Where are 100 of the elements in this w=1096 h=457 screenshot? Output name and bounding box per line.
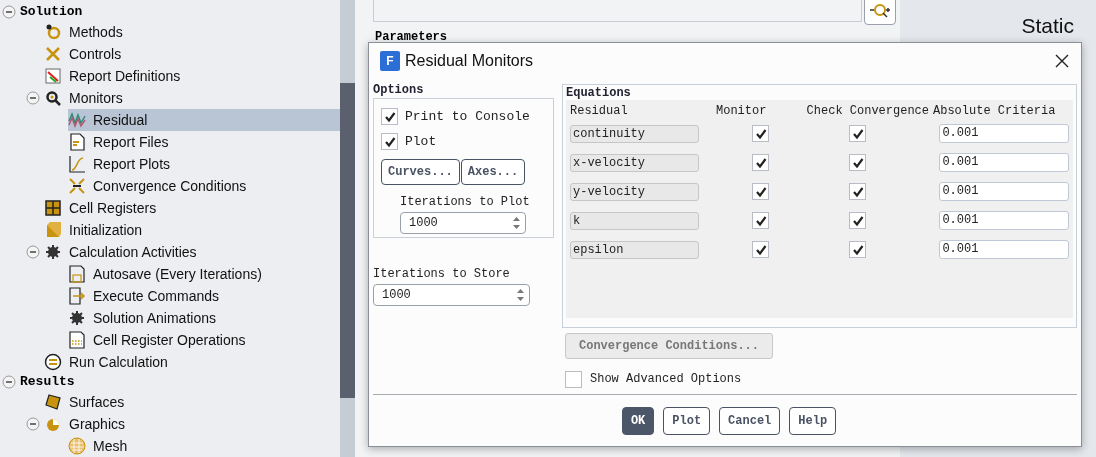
criteria-field[interactable]: 0.001: [939, 153, 1069, 172]
dialog-button[interactable]: Plot: [663, 407, 711, 435]
document-icon: [68, 133, 86, 151]
checkbox[interactable]: [849, 125, 867, 142]
item-label: Mesh: [93, 436, 128, 456]
search-icon: [44, 89, 62, 107]
gear-icon: [68, 309, 86, 327]
section-label: Parameters: [375, 29, 448, 46]
tree-item[interactable]: Execute Commands: [68, 285, 340, 307]
default-button[interactable]: OK: [621, 407, 655, 435]
item-label: Report Plots: [93, 154, 171, 174]
residual-name: x-velocity: [570, 153, 699, 172]
collapse-toggle[interactable]: [2, 5, 16, 19]
collapse-toggle[interactable]: [26, 245, 40, 259]
collapse-toggle[interactable]: [26, 417, 40, 431]
item-label: Initialization: [69, 220, 143, 240]
document-icon: [68, 331, 86, 349]
item-label: Monitors: [69, 88, 123, 108]
checkbox[interactable]: [849, 154, 867, 171]
residual-name: k: [570, 211, 699, 230]
column-header: Check Convergence: [805, 102, 929, 120]
checkbox-label: Print to Console: [405, 107, 530, 126]
scrollbar-thumb[interactable]: [340, 83, 355, 398]
column-header: Monitor: [716, 102, 768, 120]
collapse-toggle[interactable]: [2, 375, 16, 389]
group-title: Equations: [566, 86, 632, 100]
surface-icon: [44, 393, 62, 411]
checkbox[interactable]: [849, 241, 867, 258]
residual-name: epsilon: [570, 240, 699, 259]
dialog-button[interactable]: Help: [789, 407, 837, 435]
item-label: Convergence Conditions: [93, 176, 247, 196]
number-spinner[interactable]: 1000: [373, 284, 530, 306]
group-title: Options: [373, 83, 425, 97]
item-label: Report Files: [93, 132, 169, 152]
tree-item[interactable]: Controls: [44, 43, 340, 65]
criteria-field[interactable]: 0.001: [939, 182, 1069, 201]
tree-item[interactable]: Report Definitions: [44, 65, 340, 87]
tree-item[interactable]: Cell Register Operations: [68, 329, 340, 351]
item-label: Run Calculation: [69, 352, 168, 372]
tree-item[interactable]: Autosave (Every Iterations): [68, 263, 340, 285]
item-label: Solution Animations: [93, 308, 216, 328]
checkbox[interactable]: [849, 212, 867, 229]
tree-item[interactable]: Solution Animations: [68, 307, 340, 329]
criteria-field[interactable]: 0.001: [939, 124, 1069, 143]
checkbox[interactable]: [381, 133, 398, 150]
column-header: Residual: [570, 102, 629, 120]
collapse-toggle[interactable]: [26, 91, 40, 105]
item-label: Controls: [69, 44, 122, 64]
section-label: Solution: [20, 3, 83, 22]
checkbox[interactable]: [752, 183, 770, 200]
zoom-button[interactable]: [864, 0, 896, 25]
plot-title: Static: [1021, 13, 1074, 36]
tree-item[interactable]: Initialization: [44, 219, 340, 241]
checkbox-label: Plot: [405, 132, 437, 151]
tree-item-selected[interactable]: Residual: [68, 109, 340, 131]
close-icon[interactable]: [1055, 54, 1069, 68]
tree-item[interactable]: Calculation Activities: [44, 241, 340, 263]
zoom-icon: [869, 2, 891, 20]
run-icon: [44, 353, 62, 371]
criteria-field[interactable]: 0.001: [939, 240, 1069, 259]
tree-item[interactable]: Methods: [44, 21, 340, 43]
checkbox[interactable]: [849, 183, 867, 200]
tree-item[interactable]: Solution: [20, 3, 340, 21]
tree-item[interactable]: Run Calculation: [44, 351, 340, 373]
gear-icon: [44, 23, 62, 41]
tree-item[interactable]: Convergence Conditions: [68, 175, 340, 197]
checkbox[interactable]: [752, 125, 770, 142]
tree-item[interactable]: Graphics: [44, 413, 340, 435]
save-icon: [68, 265, 86, 283]
item-label: Cell Register Operations: [93, 330, 246, 350]
item-label: Calculation Activities: [69, 242, 197, 262]
wave-icon: [68, 111, 86, 129]
tree-item[interactable]: Cell Registers: [44, 197, 340, 219]
dialog-button[interactable]: Curves...: [381, 159, 460, 185]
checkbox[interactable]: [381, 108, 398, 125]
dialog-button[interactable]: Axes...: [460, 159, 526, 185]
dialog-button[interactable]: Cancel: [719, 407, 781, 435]
curve-icon: [68, 155, 86, 173]
item-label: Autosave (Every Iterations): [93, 264, 262, 284]
residual-name: continuity: [570, 124, 699, 143]
tree-item[interactable]: Surfaces: [44, 391, 340, 413]
tree-item[interactable]: Mesh: [68, 435, 340, 457]
tree-item[interactable]: Report Files: [68, 131, 340, 153]
tree-item[interactable]: Report Plots: [68, 153, 340, 175]
tree-item[interactable]: Results: [20, 373, 340, 391]
tree-item[interactable]: Monitors: [44, 87, 340, 109]
item-label: Surfaces: [69, 392, 125, 412]
document-icon: [68, 287, 86, 305]
gear-icon: [44, 243, 62, 261]
number-spinner[interactable]: 1000: [400, 212, 526, 234]
field-label: Iterations to Store: [373, 266, 511, 283]
criteria-field[interactable]: 0.001: [939, 211, 1069, 230]
checkbox[interactable]: [565, 370, 582, 388]
checkbox[interactable]: [752, 241, 770, 258]
field-label: Iterations to Plot: [400, 194, 531, 211]
mesh-icon: [68, 437, 86, 455]
checkbox[interactable]: [752, 212, 770, 229]
item-label: Methods: [69, 22, 123, 42]
item-label: Residual: [93, 110, 148, 130]
checkbox[interactable]: [752, 154, 770, 171]
